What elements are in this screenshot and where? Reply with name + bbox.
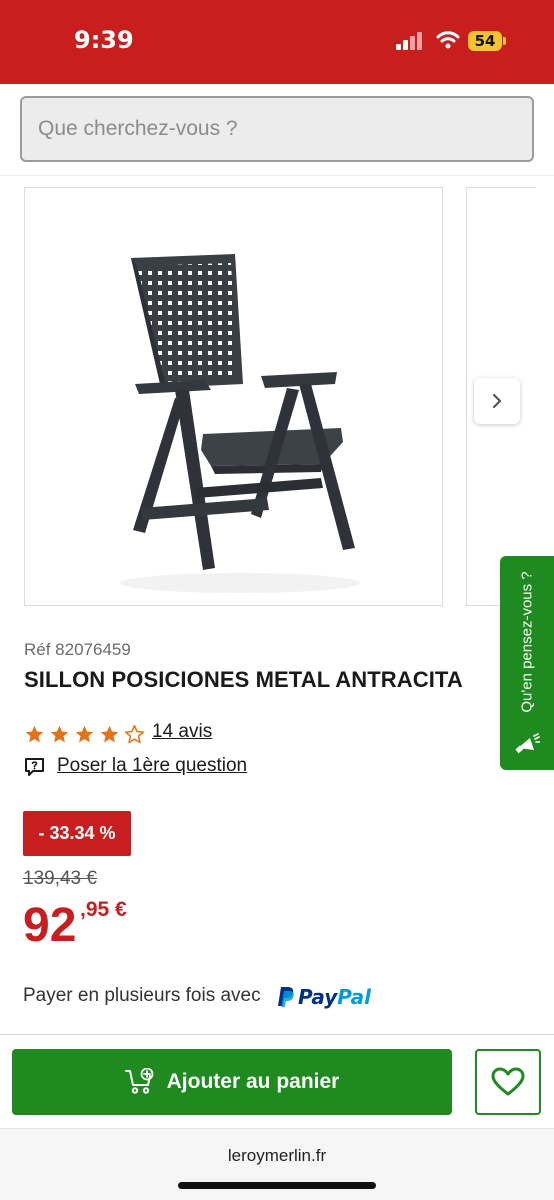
- old-price: 139,43 €: [23, 868, 97, 889]
- carousel-next-button[interactable]: [474, 378, 520, 424]
- search-input[interactable]: [20, 96, 534, 162]
- paypal-icon: [278, 987, 294, 1007]
- feedback-label: Qu'en pensez-vous ?: [518, 571, 536, 713]
- paypal-logo: PayPal: [276, 984, 371, 1010]
- discount-badge: - 33.34 %: [23, 811, 131, 856]
- star-full-icon: [75, 725, 94, 742]
- ask-question-link[interactable]: Poser la 1ère question: [57, 755, 247, 777]
- add-to-cart-button[interactable]: Ajouter au panier: [12, 1049, 452, 1115]
- product-image[interactable]: [24, 187, 443, 606]
- battery-icon: 54: [468, 31, 506, 51]
- add-to-cart-label: Ajouter au panier: [166, 1070, 340, 1093]
- star-full-icon: [50, 725, 69, 742]
- chevron-right-icon: [492, 393, 502, 409]
- star-rating[interactable]: [24, 722, 149, 746]
- paypal-word-pal: Pal: [337, 985, 372, 1009]
- product-title: SILLON POSICIONES METAL ANTRACITA: [24, 667, 463, 692]
- star-full-icon: [100, 725, 119, 742]
- feedback-tab[interactable]: Qu'en pensez-vous ?: [500, 556, 554, 770]
- search-bar: [0, 84, 554, 176]
- installment-text: Payer en plusieurs fois avec: [23, 985, 261, 1006]
- wishlist-button[interactable]: [475, 1049, 541, 1115]
- paypal-word-pay: Pay: [298, 985, 338, 1009]
- status-time: 9:39: [74, 26, 134, 54]
- browser-domain[interactable]: leroymerlin.fr: [0, 1146, 554, 1166]
- price-integer: 92: [23, 899, 77, 952]
- bottom-action-bar: Ajouter au panier: [0, 1034, 554, 1128]
- price-decimals: ,95 €: [80, 898, 127, 921]
- heart-icon: [491, 1067, 525, 1096]
- star-full-icon: [25, 725, 44, 742]
- chair-image: [120, 254, 360, 593]
- star-empty-icon: [124, 724, 145, 743]
- cart-add-icon: [124, 1068, 154, 1094]
- product-reference: Réf 82076459: [24, 640, 131, 659]
- battery-level: 54: [474, 32, 496, 50]
- megaphone-icon: [515, 733, 540, 754]
- cellular-signal-icon: [396, 32, 422, 50]
- reviews-link[interactable]: 14 avis: [152, 721, 212, 743]
- browser-bar: leroymerlin.fr: [0, 1128, 554, 1200]
- question-bubble-icon: [25, 758, 44, 776]
- wifi-icon: [436, 31, 460, 49]
- status-bar: 9:39 54: [0, 0, 554, 84]
- home-indicator: [178, 1182, 376, 1189]
